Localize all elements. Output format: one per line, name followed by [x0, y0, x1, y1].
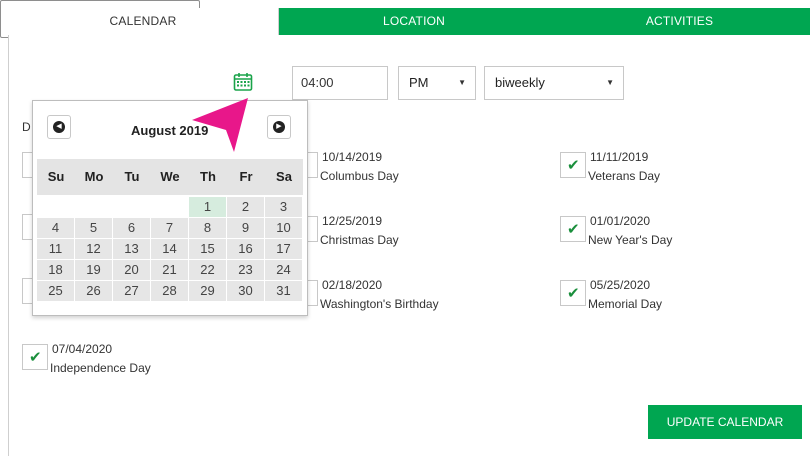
- day-cell[interactable]: 4: [37, 218, 74, 238]
- prev-month-button[interactable]: ◀: [47, 115, 71, 139]
- day-cell[interactable]: 24: [265, 260, 302, 280]
- holiday-name: Veterans Day: [588, 169, 661, 183]
- checkmark-icon: ✔: [567, 157, 580, 174]
- weekday-label: Su: [47, 169, 65, 184]
- day-cell[interactable]: 30: [227, 281, 264, 301]
- datepicker-title: August 2019: [131, 123, 209, 138]
- tab-bar: CALENDAR LOCATION ACTIVITIES: [8, 8, 810, 35]
- next-month-button[interactable]: ▶: [267, 115, 291, 139]
- frequency-select[interactable]: biweekly ▼: [484, 66, 624, 100]
- holiday-name: Washington's Birthday: [320, 297, 439, 311]
- checkmark-icon: ✔: [29, 349, 42, 366]
- day-cell[interactable]: 20: [113, 260, 150, 280]
- holiday-checkbox[interactable]: ✔: [560, 280, 586, 306]
- day-cell[interactable]: 14: [151, 239, 188, 259]
- ampm-select[interactable]: PM ▼: [398, 66, 476, 100]
- holiday-name: Memorial Day: [588, 297, 663, 311]
- tab-activities[interactable]: ACTIVITIES: [549, 8, 810, 35]
- holiday-checkbox[interactable]: ✔: [22, 344, 48, 370]
- day-cell[interactable]: 28: [151, 281, 188, 301]
- day-cell[interactable]: 29: [189, 281, 226, 301]
- weekday-label: Mo: [84, 169, 104, 184]
- holiday-date: 11/11/2019: [590, 150, 649, 164]
- weekday-header: Su Mo Tu We Th Fr Sa: [37, 159, 303, 195]
- chevron-left-icon: ◀: [53, 121, 65, 133]
- checkmark-icon: ✔: [567, 285, 580, 302]
- day-cell[interactable]: 16: [227, 239, 264, 259]
- ampm-value: PM: [409, 75, 429, 90]
- day-cell[interactable]: 3: [265, 197, 302, 217]
- holiday-date: 12/25/2019: [322, 214, 383, 228]
- holiday-checkbox[interactable]: ✔: [560, 216, 586, 242]
- holiday-date: 05/25/2020: [590, 278, 651, 292]
- calendar-icon[interactable]: [233, 72, 253, 92]
- day-cell[interactable]: 26: [75, 281, 112, 301]
- day-cell[interactable]: 25: [37, 281, 74, 301]
- day-cell[interactable]: 31: [265, 281, 302, 301]
- day-cell[interactable]: 17: [265, 239, 302, 259]
- holiday-date: 07/04/2020: [52, 342, 113, 356]
- datepicker-popup: ◀ August 2019 ▶ Su Mo Tu We Th Fr Sa 123456789…: [32, 100, 308, 316]
- tab-location[interactable]: LOCATION: [279, 8, 549, 35]
- weekday-label: Sa: [276, 169, 292, 184]
- day-cell[interactable]: 6: [113, 218, 150, 238]
- holidays-label: D: [22, 120, 31, 134]
- weekday-label: Fr: [239, 169, 253, 184]
- holiday-date: 01/01/2020: [590, 214, 651, 228]
- day-cell[interactable]: 8: [189, 218, 226, 238]
- day-cell[interactable]: 18: [37, 260, 74, 280]
- day-cell[interactable]: 5: [75, 218, 112, 238]
- day-cell[interactable]: 12: [75, 239, 112, 259]
- day-cell[interactable]: 2: [227, 197, 264, 217]
- weekday-label: We: [160, 169, 180, 184]
- time-value: 04:00: [301, 75, 334, 90]
- day-cell[interactable]: 13: [113, 239, 150, 259]
- day-cell[interactable]: 15: [189, 239, 226, 259]
- day-cell[interactable]: 22: [189, 260, 226, 280]
- holiday-name: New Year's Day: [588, 233, 673, 247]
- chevron-right-icon: ▶: [273, 121, 285, 133]
- chevron-down-icon: ▼: [606, 78, 614, 87]
- day-cell[interactable]: 23: [227, 260, 264, 280]
- day-cell[interactable]: 11: [37, 239, 74, 259]
- update-calendar-button[interactable]: UPDATE CALENDAR: [648, 405, 802, 439]
- holiday-checkbox[interactable]: ✔: [560, 152, 586, 178]
- day-cell[interactable]: 9: [227, 218, 264, 238]
- checkmark-icon: ✔: [567, 221, 580, 238]
- holiday-date: 02/18/2020: [322, 278, 383, 292]
- day-cell[interactable]: 7: [151, 218, 188, 238]
- time-input[interactable]: 04:00: [292, 66, 388, 100]
- tab-calendar[interactable]: CALENDAR: [8, 8, 279, 35]
- weekday-label: Tu: [124, 169, 140, 184]
- chevron-down-icon: ▼: [458, 78, 466, 87]
- holiday-name: Christmas Day: [320, 233, 399, 247]
- holiday-name: Independence Day: [50, 361, 151, 375]
- day-cell[interactable]: 19: [75, 260, 112, 280]
- day-cell[interactable]: 1: [189, 197, 226, 217]
- day-cell[interactable]: 21: [151, 260, 188, 280]
- holiday-name: Columbus Day: [320, 169, 399, 183]
- weekday-label: Th: [200, 169, 216, 184]
- day-cell[interactable]: 10: [265, 218, 302, 238]
- day-cell[interactable]: 27: [113, 281, 150, 301]
- frequency-value: biweekly: [495, 75, 545, 90]
- holiday-date: 10/14/2019: [322, 150, 383, 164]
